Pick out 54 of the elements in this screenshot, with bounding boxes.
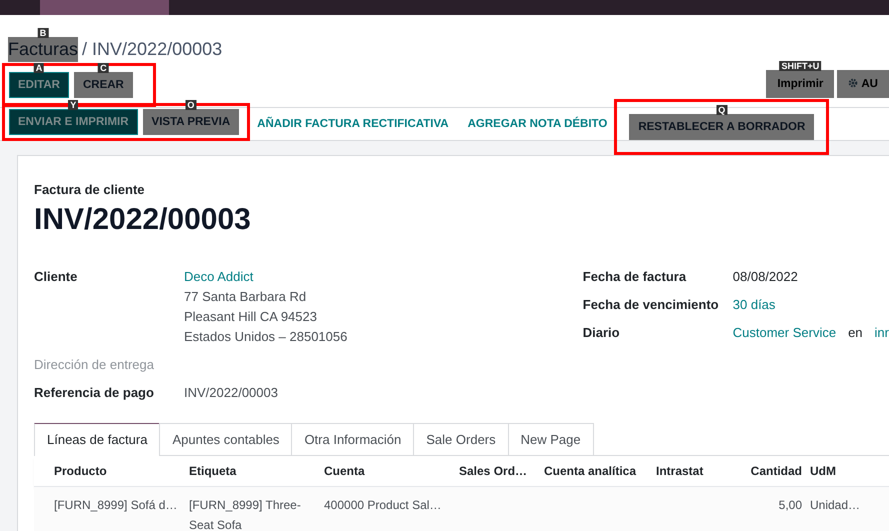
action-button[interactable]: CREAR	[74, 72, 133, 98]
hotkey-hint: A	[34, 63, 44, 73]
field-link[interactable]: inr	[874, 323, 889, 343]
action-button[interactable]: VISTA PREVIA	[142, 109, 240, 135]
action-button[interactable]: ENVIAR E IMPRIMIR	[9, 109, 138, 135]
table-cell: Unidad…	[810, 498, 860, 512]
field-value: 08/08/2022	[732, 268, 798, 286]
column-header[interactable]: UdM	[806, 456, 886, 486]
field-value: en	[848, 324, 863, 342]
hotkey-hint: Y	[68, 100, 78, 110]
hotkey-hint: C	[98, 63, 109, 73]
action-button[interactable]: AU	[837, 70, 889, 98]
form-subtitle: Factura de cliente	[34, 182, 146, 197]
field-link[interactable]: Deco Addict	[184, 267, 583, 287]
field-label: Fecha de vencimiento	[582, 296, 720, 314]
column-header[interactable]: Etiqueta	[185, 456, 320, 486]
field-label: Dirección de entrega	[34, 356, 155, 374]
hotkey-hint: B	[38, 28, 48, 38]
action-link[interactable]: AGREGAR NOTA DÉBITO	[460, 111, 614, 137]
action-link[interactable]: AÑADIR FACTURA RECTIFICATIVA	[250, 111, 456, 137]
hotkey-hint: O	[185, 100, 196, 110]
field-value: 77 Santa Barbara Rd	[184, 288, 308, 306]
action-button[interactable]: RESTABLECER A BORRADOR	[629, 114, 814, 140]
field-label: Fecha de factura	[582, 268, 688, 286]
table-cell: 5,00	[778, 498, 802, 512]
table-cell: 400000 Product Sal…	[324, 498, 442, 512]
field-label: Cliente	[34, 268, 78, 286]
hotkey-hint: Q	[716, 105, 728, 115]
column-header[interactable]: Cuenta	[320, 456, 455, 486]
gear-icon	[848, 78, 858, 88]
field-link[interactable]: 30 días	[732, 295, 776, 315]
column-header[interactable]: Intrastat	[652, 456, 742, 486]
print-button[interactable]: Imprimir	[766, 70, 834, 98]
invoice-title: INV/2022/00003	[34, 203, 252, 237]
field-value: Pleasant Hill CA 94523	[184, 308, 318, 326]
column-header[interactable]: Cuenta analítica	[540, 456, 652, 486]
table-cell: [FURN_8999] Three-Seat Sofa	[189, 498, 301, 531]
hotkey-hint: SHIFT+U	[779, 61, 822, 71]
tab[interactable]: Líneas de factura	[34, 423, 160, 456]
field-label: Diario	[582, 324, 621, 342]
column-header[interactable]: Producto	[50, 456, 185, 486]
app-menu-tab[interactable]	[40, 0, 169, 15]
action-button[interactable]: EDITAR	[9, 72, 69, 98]
field-link[interactable]: Customer Service	[732, 323, 836, 343]
breadcrumb-current: / INV/2022/00003	[82, 38, 222, 60]
table-cell: [FURN_8999] Sofá d…	[54, 498, 178, 512]
column-header[interactable]: Cantidad	[742, 456, 806, 486]
field-value: Estados Unidos – 28501056	[184, 328, 348, 346]
column-header[interactable]: Sales Ord…	[455, 456, 540, 486]
table-row[interactable]: [FURN_8999] Sofá d… [FURN_8999] Three-Seat Sofa 400000 Product Sal… 5,00 Unidad…	[34, 487, 889, 531]
field-label: Referencia de pago	[34, 384, 155, 402]
tab[interactable]: New Page	[508, 423, 594, 455]
field-value: INV/2022/00003	[184, 384, 279, 402]
breadcrumb-link[interactable]: Facturas	[8, 36, 78, 62]
